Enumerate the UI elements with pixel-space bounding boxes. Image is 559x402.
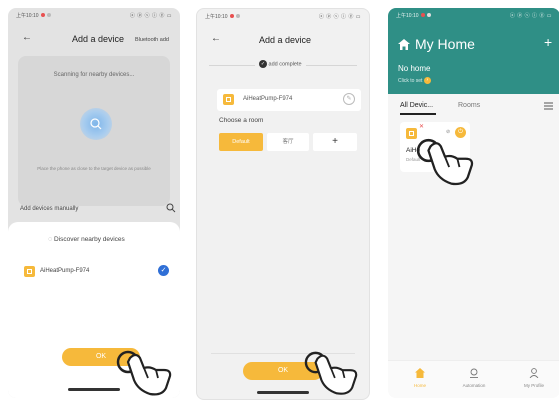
loading-spinner-icon: ◌ bbox=[48, 236, 53, 243]
bottom-nav: Home Automation My Profile bbox=[388, 360, 559, 398]
status-icons: ⓧ ⓟ ⓢ ⓘ ⓖ ▭ bbox=[318, 13, 361, 20]
menu-icon[interactable] bbox=[544, 102, 553, 110]
offline-indicator-icon: ✕ bbox=[419, 124, 425, 130]
nav-home[interactable]: Home bbox=[402, 365, 438, 388]
nav-automation-label: Automation bbox=[462, 383, 486, 388]
phone-screen-complete: 上午10:10 ⓧ ⓟ ⓢ ⓘ ⓖ ▭ ← Add a device ✓ add… bbox=[196, 8, 370, 400]
nav-automation[interactable]: Automation bbox=[452, 365, 496, 388]
device-card[interactable]: AiHeatPump-F974 ✎ bbox=[217, 89, 361, 111]
add-devices-manually[interactable]: Add devices manually bbox=[20, 206, 78, 212]
room-chip-living-room[interactable]: 客厅 bbox=[267, 133, 309, 151]
room-chip-default[interactable]: Default bbox=[219, 133, 263, 151]
page-title: Add a device bbox=[259, 35, 312, 45]
scan-panel: Scanning for nearby devices... Place the… bbox=[18, 56, 170, 206]
heat-pump-device-icon bbox=[223, 94, 234, 105]
home-title[interactable]: My Home bbox=[415, 36, 475, 52]
status-time: 上午10:10 bbox=[396, 12, 419, 19]
device-status-icon: ⊘ bbox=[446, 129, 451, 135]
home-indicator bbox=[68, 388, 120, 391]
page-title: Add a device bbox=[72, 34, 125, 44]
nav-profile-label: My Profile bbox=[523, 383, 544, 388]
tab-rooms[interactable]: Rooms bbox=[458, 102, 480, 109]
complete-text: add complete bbox=[268, 61, 302, 68]
add-room-button[interactable]: + bbox=[313, 133, 357, 151]
hint-text: Place the phone as close to the target d… bbox=[37, 166, 151, 171]
scanning-text: Scanning for nearby devices... bbox=[53, 72, 135, 78]
tab-underline bbox=[400, 113, 436, 115]
status-time: 上午10:10 bbox=[205, 13, 228, 20]
search-icon[interactable] bbox=[166, 203, 176, 213]
automation-icon bbox=[470, 368, 478, 378]
phone-screen-scan: 上午10:10 ⓧ ⓟ ⓢ ⓘ ⓖ ▭ ← Add a device Bluet… bbox=[8, 8, 180, 398]
click-to-set-label: Click to set bbox=[398, 77, 423, 84]
back-arrow-icon[interactable]: ← bbox=[22, 32, 32, 43]
user-icon bbox=[529, 368, 539, 379]
back-arrow-icon[interactable]: ← bbox=[211, 33, 221, 44]
sheet-title: Discover nearby devices bbox=[53, 236, 125, 243]
nav-home-label: Home bbox=[413, 383, 426, 388]
check-circle-icon: ✓ bbox=[259, 60, 267, 68]
home-icon bbox=[415, 368, 425, 378]
click-to-set-link[interactable]: Click to set › bbox=[398, 77, 431, 84]
add-plus-button[interactable]: + bbox=[544, 34, 552, 50]
tap-hand-icon bbox=[416, 138, 474, 186]
choose-room-label: Choose a room bbox=[219, 117, 264, 124]
heat-pump-device-icon bbox=[24, 266, 35, 277]
home-icon bbox=[398, 39, 410, 50]
no-home-label: No home bbox=[398, 64, 431, 73]
device-list-item[interactable]: AiHeatPump-F974 ✓ bbox=[8, 262, 180, 282]
tap-hand-icon bbox=[116, 350, 172, 396]
status-bar: 上午10:10 ⓧ ⓟ ⓢ ⓘ ⓖ ▭ bbox=[8, 8, 180, 22]
bluetooth-add-link[interactable]: Bluetooth add bbox=[135, 37, 169, 43]
status-icons: ⓧ ⓟ ⓢ ⓘ ⓖ ▭ bbox=[509, 12, 552, 19]
status-bar: 上午10:10 ⓧ ⓟ ⓢ ⓘ ⓖ ▭ bbox=[197, 9, 369, 23]
status-icons: ⓧ ⓟ ⓢ ⓘ ⓖ ▭ bbox=[129, 12, 172, 19]
arrow-right-icon: › bbox=[423, 77, 431, 84]
radar-pulse bbox=[80, 108, 112, 140]
tap-hand-icon bbox=[304, 351, 358, 395]
device-name: AiHeatPump-F974 bbox=[40, 268, 90, 274]
search-icon bbox=[90, 118, 102, 130]
status-time: 上午10:10 bbox=[16, 12, 39, 19]
nav-profile[interactable]: My Profile bbox=[512, 365, 556, 388]
tab-all-devices[interactable]: All Devic... bbox=[400, 102, 433, 109]
edit-icon[interactable]: ✎ bbox=[343, 93, 355, 105]
phone-screen-home: 上午10:10 ⓧ ⓟ ⓢ ⓘ ⓖ ▭ My Home + No home Cl… bbox=[388, 8, 559, 398]
checkmark-icon: ✓ bbox=[158, 265, 169, 276]
status-bar: 上午10:10 ⓧ ⓟ ⓢ ⓘ ⓖ ▭ bbox=[388, 8, 559, 22]
device-name: AiHeatPump-F974 bbox=[243, 96, 293, 102]
